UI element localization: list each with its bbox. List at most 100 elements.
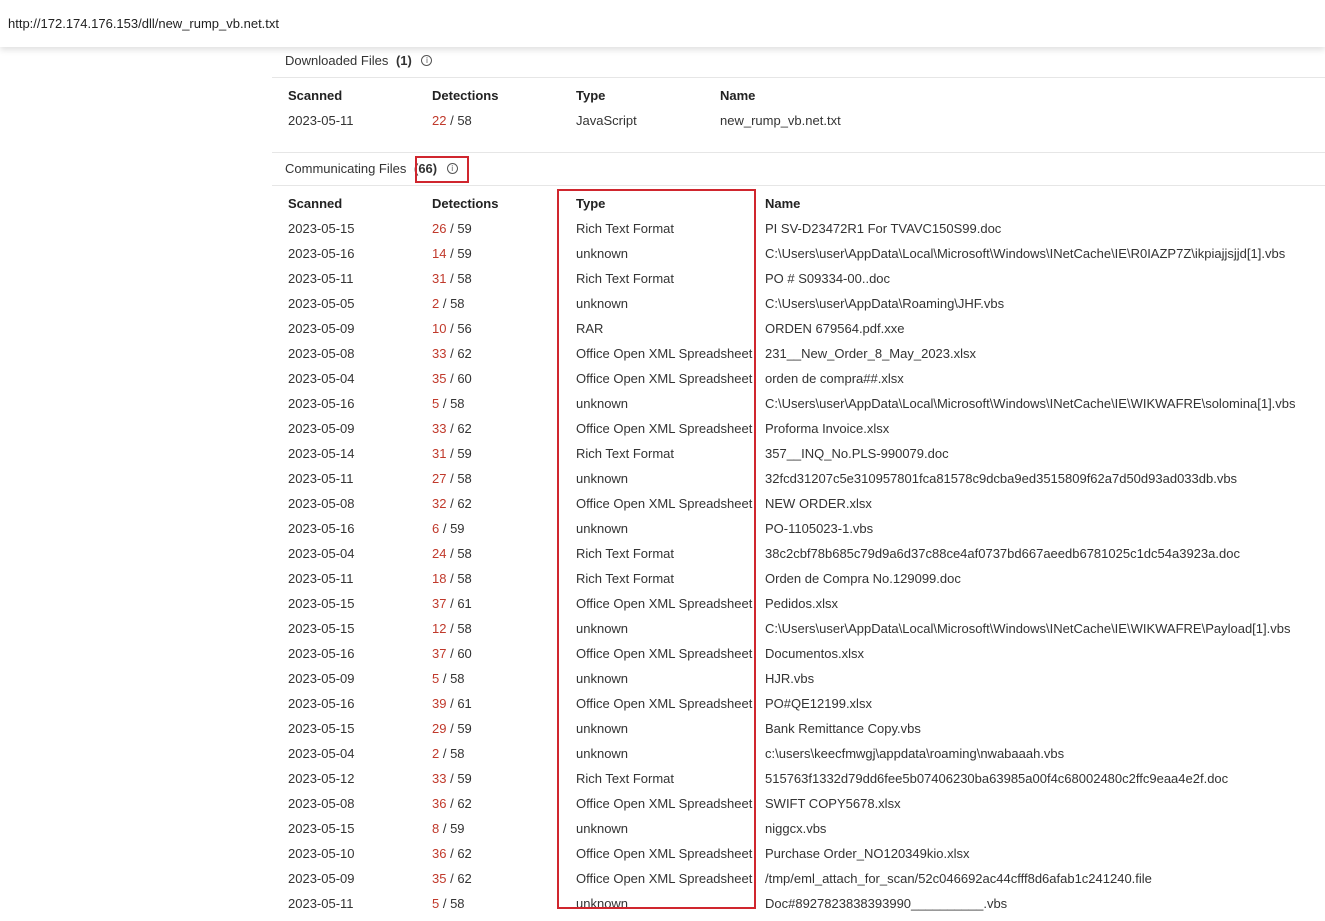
detection-total: 60 xyxy=(457,371,472,386)
divider xyxy=(272,152,1325,153)
divider xyxy=(272,185,1325,186)
detection-ratio: 37 / 61 xyxy=(432,596,472,611)
detection-ratio: 8 / 59 xyxy=(432,821,465,836)
detection-count: 12 xyxy=(432,621,447,636)
detection-ratio: 2 / 58 xyxy=(432,746,465,761)
file-name-link[interactable]: Doc#8927823838393990__________.vbs xyxy=(765,896,1007,911)
file-name-link[interactable]: 231__New_Order_8_May_2023.xlsx xyxy=(765,346,976,361)
highlight-box-type-column xyxy=(557,189,756,909)
detection-total: 58 xyxy=(450,671,465,686)
file-name-link[interactable]: 32fcd31207c5e310957801fca81578c9dcba9ed3… xyxy=(765,471,1237,486)
file-name-link[interactable]: Proforma Invoice.xlsx xyxy=(765,421,889,436)
scanned-date: 2023-05-04 xyxy=(288,546,355,561)
col-header-name[interactable]: Name xyxy=(765,196,800,211)
file-name-link[interactable]: Bank Remittance Copy.vbs xyxy=(765,721,921,736)
file-name-link[interactable]: orden de compra##.xlsx xyxy=(765,371,904,386)
file-name-link[interactable]: 357__INQ_No.PLS-990079.doc xyxy=(765,446,949,461)
detection-total: 59 xyxy=(457,721,472,736)
scanned-date: 2023-05-08 xyxy=(288,346,355,361)
file-name-link[interactable]: NEW ORDER.xlsx xyxy=(765,496,872,511)
file-name-link[interactable]: PO # S09334-00..doc xyxy=(765,271,890,286)
detection-total: 62 xyxy=(457,496,472,511)
file-name-link[interactable]: niggcx.vbs xyxy=(765,821,826,836)
file-name-link[interactable]: 38c2cbf78b685c79d9a6d37c88ce4af0737bd667… xyxy=(765,546,1240,561)
detection-total: 56 xyxy=(457,321,472,336)
scanned-date: 2023-05-15 xyxy=(288,721,355,736)
detection-total: 59 xyxy=(457,246,472,261)
detection-total: 62 xyxy=(457,346,472,361)
detection-total: 58 xyxy=(457,571,472,586)
detection-total: 62 xyxy=(457,846,472,861)
file-name-link[interactable]: PO-1105023-1.vbs xyxy=(765,521,873,536)
scanned-date: 2023-05-16 xyxy=(288,396,355,411)
col-header-scanned[interactable]: Scanned xyxy=(288,196,342,211)
scanned-date: 2023-05-09 xyxy=(288,671,355,686)
detection-total: 58 xyxy=(457,271,472,286)
file-name-link[interactable]: new_rump_vb.net.txt xyxy=(720,113,841,128)
detection-ratio: 18 / 58 xyxy=(432,571,472,586)
detection-count: 18 xyxy=(432,571,447,586)
file-name-link[interactable]: Documentos.xlsx xyxy=(765,646,864,661)
col-header-detections[interactable]: Detections xyxy=(432,88,498,103)
detection-ratio: 5 / 58 xyxy=(432,396,465,411)
scanned-date: 2023-05-09 xyxy=(288,421,355,436)
detection-count: 14 xyxy=(432,246,447,261)
detection-count: 31 xyxy=(432,271,447,286)
detection-count: 29 xyxy=(432,721,447,736)
file-name-link[interactable]: Pedidos.xlsx xyxy=(765,596,838,611)
file-name-link[interactable]: C:\Users\user\AppData\Local\Microsoft\Wi… xyxy=(765,246,1285,261)
detection-total: 61 xyxy=(457,596,472,611)
detection-total: 59 xyxy=(457,221,472,236)
table-row[interactable]: 2023-05-11 22 / 58 JavaScript new_rump_v… xyxy=(0,113,1325,138)
scanned-date: 2023-05-09 xyxy=(288,871,355,886)
file-name-link[interactable]: 515763f1332d79dd6fee5b07406230ba63985a00… xyxy=(765,771,1228,786)
scanned-date: 2023-05-09 xyxy=(288,321,355,336)
downloaded-files-label: Downloaded Files xyxy=(285,53,389,68)
file-name-link[interactable]: PI SV-D23472R1 For TVAVC150S99.doc xyxy=(765,221,1001,236)
file-name-link[interactable]: c:\users\keecfmwgj\appdata\roaming\nwaba… xyxy=(765,746,1064,761)
info-icon[interactable]: i xyxy=(421,55,433,67)
detection-count: 36 xyxy=(432,846,447,861)
col-header-type[interactable]: Type xyxy=(576,88,605,103)
detection-ratio: 29 / 59 xyxy=(432,721,472,736)
scanned-date: 2023-05-16 xyxy=(288,246,355,261)
detection-ratio: 27 / 58 xyxy=(432,471,472,486)
detection-total: 58 xyxy=(450,296,465,311)
detection-count: 37 xyxy=(432,596,447,611)
scanned-date: 2023-05-11 xyxy=(288,113,354,128)
detection-ratio: 5 / 58 xyxy=(432,896,465,911)
url-bar: http://172.174.176.153/dll/new_rump_vb.n… xyxy=(0,0,1325,47)
file-name-link[interactable]: PO#QE12199.xlsx xyxy=(765,696,872,711)
file-name-link[interactable]: C:\Users\user\AppData\Local\Microsoft\Wi… xyxy=(765,621,1290,636)
downloaded-files-title: Downloaded Files (1) i xyxy=(285,53,433,68)
col-header-detections[interactable]: Detections xyxy=(432,196,498,211)
detection-count: 35 xyxy=(432,371,447,386)
col-header-scanned[interactable]: Scanned xyxy=(288,88,342,103)
detection-ratio: 35 / 60 xyxy=(432,371,472,386)
detection-ratio: 32 / 62 xyxy=(432,496,472,511)
file-name-link[interactable]: C:\Users\user\AppData\Local\Microsoft\Wi… xyxy=(765,396,1296,411)
detection-total: 59 xyxy=(450,521,465,536)
detection-total: 61 xyxy=(457,696,472,711)
file-name-link[interactable]: Orden de Compra No.129099.doc xyxy=(765,571,961,586)
detection-total: 58 xyxy=(450,746,465,761)
detection-ratio: 2 / 58 xyxy=(432,296,465,311)
col-header-name[interactable]: Name xyxy=(720,88,755,103)
file-name-link[interactable]: SWIFT COPY5678.xlsx xyxy=(765,796,901,811)
detection-ratio: 10 / 56 xyxy=(432,321,472,336)
file-name-link[interactable]: Purchase Order_NO120349kio.xlsx xyxy=(765,846,970,861)
url-text[interactable]: http://172.174.176.153/dll/new_rump_vb.n… xyxy=(8,16,279,31)
detection-ratio: 12 / 58 xyxy=(432,621,472,636)
file-name-link[interactable]: /tmp/eml_attach_for_scan/52c046692ac44cf… xyxy=(765,871,1152,886)
scanned-date: 2023-05-15 xyxy=(288,596,355,611)
scanned-date: 2023-05-10 xyxy=(288,846,355,861)
detection-ratio: 31 / 58 xyxy=(432,271,472,286)
detection-ratio: 33 / 59 xyxy=(432,771,472,786)
detection-ratio: 26 / 59 xyxy=(432,221,472,236)
file-name-link[interactable]: ORDEN 679564.pdf.xxe xyxy=(765,321,904,336)
file-name-link[interactable]: C:\Users\user\AppData\Roaming\JHF.vbs xyxy=(765,296,1004,311)
detection-ratio: 22 / 58 xyxy=(432,113,472,128)
file-name-link[interactable]: HJR.vbs xyxy=(765,671,814,686)
detection-ratio: 35 / 62 xyxy=(432,871,472,886)
scanned-date: 2023-05-08 xyxy=(288,496,355,511)
